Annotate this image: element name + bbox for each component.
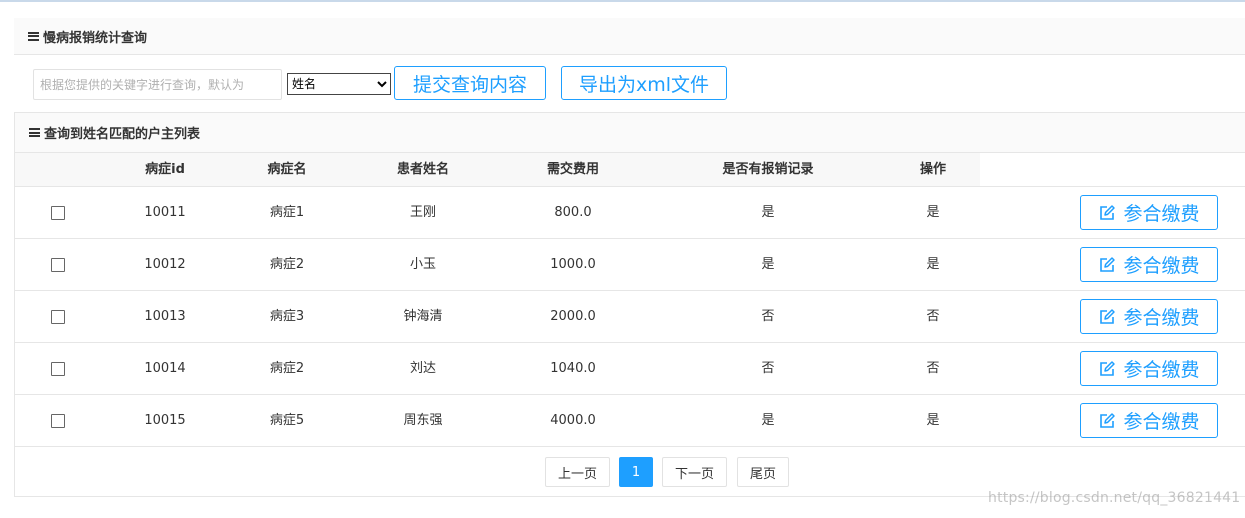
row-checkbox[interactable] [51,206,65,220]
cell-operation: 是 [926,205,940,220]
edit-icon [1100,308,1116,324]
panel-title: 慢病报销统计查询 [43,30,148,46]
cell-patient-name: 王刚 [409,205,436,220]
table-row: 10015 病症5 周东强 4000.0 是 是 参合缴费 [15,395,1245,447]
join-payment-button[interactable]: 参合缴费 [1080,195,1218,230]
cell-has-record: 否 [761,309,775,324]
search-field-select[interactable]: 姓名 [287,73,391,95]
cell-patient-name: 刘达 [409,361,436,376]
list-title: 查询到姓名匹配的户主列表 [44,127,201,142]
cell-patient-name: 钟海清 [403,309,443,324]
table-row: 10014 病症2 刘达 1040.0 否 否 参合缴费 [15,343,1245,395]
cell-operation: 否 [926,309,940,324]
cell-operation: 是 [926,413,940,428]
table-row: 10011 病症1 王刚 800.0 是 是 参合缴费 [15,187,1245,239]
cell-fee: 4000.0 [550,413,596,428]
cell-disease-id: 10012 [144,257,186,272]
result-list-panel: 查询到姓名匹配的户主列表 病症id 病症名 患者姓名 需交费用 是否有报销记录 … [14,112,1245,497]
cell-fee: 800.0 [554,205,592,220]
join-payment-label: 参合缴费 [1123,255,1200,277]
column-header: 病症id [145,162,185,177]
cell-has-record: 是 [761,205,775,220]
edit-icon [1100,204,1116,220]
column-header: 是否有报销记录 [722,162,814,177]
export-xml-button[interactable]: 导出为xml文件 [561,66,727,100]
join-payment-button[interactable]: 参合缴费 [1080,299,1218,334]
watermark: https://blog.csdn.net/qq_36821441 [988,490,1241,506]
join-payment-button[interactable]: 参合缴费 [1080,351,1218,386]
cell-disease-name: 病症5 [269,413,305,428]
edit-icon [1100,360,1116,376]
edit-icon [1100,412,1116,428]
search-input[interactable] [33,69,282,100]
column-header: 患者姓名 [396,162,449,177]
cell-fee: 2000.0 [550,309,596,324]
cell-disease-id: 10015 [144,413,186,428]
cell-patient-name: 周东强 [403,413,443,428]
table-row: 10013 病症3 钟海清 2000.0 否 否 参合缴费 [15,291,1245,343]
cell-disease-name: 病症3 [269,309,305,324]
cell-fee: 1000.0 [550,257,596,272]
panel-header: 慢病报销统计查询 [14,18,1245,55]
cell-disease-name: 病症2 [269,361,305,376]
table-header-spacer [980,153,1245,187]
cell-disease-id: 10011 [144,205,186,220]
join-payment-label: 参合缴费 [1123,359,1200,381]
last-page-button[interactable]: 尾页 [737,457,789,487]
cell-disease-name: 病症1 [269,205,305,220]
cell-patient-name: 小玉 [409,257,436,272]
cell-disease-name: 病症2 [269,257,305,272]
join-payment-label: 参合缴费 [1123,307,1200,329]
edit-icon [1100,256,1116,272]
column-header: 病症名 [267,162,307,177]
cell-has-record: 是 [761,257,775,272]
table-header: 病症id 病症名 患者姓名 需交费用 是否有报销记录 操作 [15,153,980,187]
join-payment-label: 参合缴费 [1123,203,1200,225]
menu-icon [28,31,39,41]
row-checkbox[interactable] [51,362,65,376]
submit-query-button[interactable]: 提交查询内容 [394,66,546,100]
cell-disease-id: 10013 [144,309,186,324]
cell-has-record: 否 [761,361,775,376]
cell-operation: 是 [926,257,940,272]
join-payment-button[interactable]: 参合缴费 [1080,247,1218,282]
table-row: 10012 病症2 小玉 1000.0 是 是 参合缴费 [15,239,1245,291]
cell-operation: 否 [926,361,940,376]
column-header: 需交费用 [546,162,599,177]
prev-page-button[interactable]: 上一页 [545,457,610,487]
cell-fee: 1040.0 [550,361,596,376]
join-payment-button[interactable]: 参合缴费 [1080,403,1218,438]
cell-disease-id: 10014 [144,361,186,376]
top-border [0,0,1245,2]
row-checkbox[interactable] [51,258,65,272]
next-page-button[interactable]: 下一页 [662,457,727,487]
column-header: 操作 [919,162,946,177]
cell-has-record: 是 [761,413,775,428]
menu-icon [29,128,40,137]
row-checkbox[interactable] [51,414,65,428]
page-number-button[interactable]: 1 [619,457,653,487]
row-checkbox[interactable] [51,310,65,324]
list-header: 查询到姓名匹配的户主列表 [15,113,1245,153]
join-payment-label: 参合缴费 [1123,411,1200,433]
